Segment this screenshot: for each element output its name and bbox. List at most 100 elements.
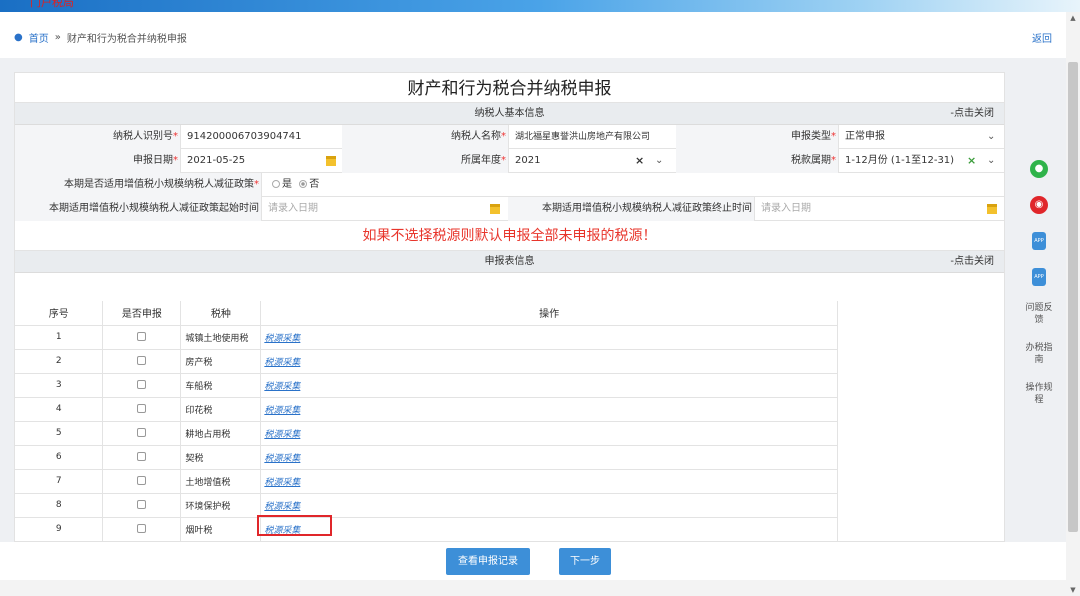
wechat-item[interactable]: ● <box>1022 152 1056 188</box>
declaration-date-field[interactable]: 2021-05-25 <box>180 149 342 173</box>
wechat-icon[interactable]: ● <box>1030 160 1048 178</box>
year-select[interactable]: 2021 × ⌄ <box>508 149 676 173</box>
declaration-date-label: 申报日期* <box>15 149 180 173</box>
app-download-icon[interactable]: APP <box>1032 268 1046 286</box>
radio-yes[interactable] <box>272 180 280 188</box>
horizontal-scrollbar[interactable] <box>0 580 1066 596</box>
table-row: 5 耕地占用税 税源采集 <box>15 421 838 446</box>
taxpayer-id-field[interactable]: 914200006703904741 <box>180 125 342 149</box>
declare-checkbox[interactable] <box>137 404 147 413</box>
breadcrumb: ● 首页 » 财产和行为税合并纳税申报 <box>14 30 187 45</box>
vertical-scrollbar[interactable]: ▲ ▼ <box>1066 12 1080 596</box>
tax-source-link[interactable]: 税源采集 <box>261 334 300 344</box>
weibo-item[interactable]: ◉ <box>1022 188 1056 224</box>
top-banner: 门户税局 <box>0 0 1080 12</box>
row-number: 9 <box>15 517 104 541</box>
table-row: 2 房产税 税源采集 <box>15 349 838 374</box>
tax-source-link[interactable]: 税源采集 <box>261 502 300 512</box>
weibo-icon[interactable]: ◉ <box>1030 196 1048 214</box>
app-item-2[interactable]: APP <box>1022 260 1056 296</box>
taxpayer-name-label: 纳税人名称* <box>342 125 508 149</box>
side-dock: ● ◉ APP APP 问题反馈 办税指南 操作规程 <box>1022 152 1056 416</box>
calendar-icon[interactable] <box>326 156 336 166</box>
back-link[interactable]: 返回 <box>1032 30 1052 45</box>
radio-no-label: 否 <box>309 179 320 190</box>
col-header-no: 序号 <box>15 301 104 326</box>
tax-period-label: 税款属期* <box>676 149 838 173</box>
declare-checkbox[interactable] <box>137 380 147 389</box>
declare-checkbox[interactable] <box>137 476 147 485</box>
scroll-down-arrow[interactable]: ▼ <box>1066 584 1080 596</box>
row-number: 7 <box>15 469 104 494</box>
year-label: 所属年度* <box>342 149 508 173</box>
col-header-tax: 税种 <box>180 301 262 326</box>
tax-type: 烟叶税 <box>180 517 262 541</box>
policy-end-field[interactable]: 请录入日期 <box>754 197 1004 221</box>
declare-checkbox[interactable] <box>137 356 147 365</box>
basic-info-section-header: 纳税人基本信息 -点击关闭 <box>15 103 1004 125</box>
procedure-link[interactable]: 操作规程 <box>1022 376 1056 416</box>
action-cell: 税源采集 <box>260 397 838 422</box>
declaration-section-toggle[interactable]: -点击关闭 <box>950 251 994 273</box>
tax-source-link[interactable]: 税源采集 <box>261 358 300 368</box>
row-number: 4 <box>15 397 104 422</box>
view-history-button[interactable]: 查看申报记录 <box>446 548 530 575</box>
chevron-down-icon: ⌄ <box>987 155 996 166</box>
taxpayer-name-field[interactable]: 湖北福星惠誉洪山房地产有限公司 <box>508 125 676 149</box>
declare-checkbox[interactable] <box>137 500 147 509</box>
clear-icon[interactable]: × <box>967 149 976 173</box>
scroll-up-arrow[interactable]: ▲ <box>1066 12 1080 24</box>
tax-source-link[interactable]: 税源采集 <box>261 406 300 416</box>
table-row: 4 印花税 税源采集 <box>15 397 838 422</box>
declaration-section-title: 申报表信息 <box>484 256 535 267</box>
app-download-icon[interactable]: APP <box>1032 232 1046 250</box>
declare-checkbox[interactable] <box>137 428 147 437</box>
clear-icon[interactable]: × <box>635 149 644 173</box>
breadcrumb-separator: » <box>54 32 61 43</box>
declare-checkbox[interactable] <box>137 524 147 533</box>
action-cell: 税源采集 <box>260 469 838 494</box>
radio-no[interactable] <box>299 180 308 188</box>
action-cell: 税源采集 <box>260 421 838 446</box>
col-header-declare: 是否申报 <box>102 301 182 326</box>
declare-cell <box>102 373 182 398</box>
policy-start-field[interactable]: 请录入日期 <box>261 197 508 221</box>
tax-type: 耕地占用税 <box>180 421 262 446</box>
declare-cell <box>102 421 182 446</box>
tax-type: 城镇土地使用税 <box>180 325 262 350</box>
tax-source-link[interactable]: 税源采集 <box>261 478 300 488</box>
feedback-link[interactable]: 问题反馈 <box>1022 296 1056 336</box>
next-step-button[interactable]: 下一步 <box>559 548 611 575</box>
footer-bar: 查看申报记录 下一步 <box>0 542 1066 580</box>
declare-cell <box>102 469 182 494</box>
calendar-icon[interactable] <box>490 204 500 214</box>
tax-type: 土地增值税 <box>180 469 262 494</box>
scroll-thumb[interactable] <box>1068 62 1078 532</box>
declaration-section-header: 申报表信息 -点击关闭 <box>15 251 1004 273</box>
row-taxpayer: 纳税人识别号* 914200006703904741 纳税人名称* 湖北福星惠誉… <box>15 125 1004 149</box>
main-content: 财产和行为税合并纳税申报 纳税人基本信息 -点击关闭 纳税人识别号* 91420… <box>0 58 1066 542</box>
tax-source-link[interactable]: 税源采集 <box>261 382 300 392</box>
row-small-scale-policy: 本期是否适用增值税小规模纳税人减征政策* 是 否 <box>15 173 1004 197</box>
guide-link[interactable]: 办税指南 <box>1022 336 1056 376</box>
declaration-type-select[interactable]: 正常申报 ⌄ <box>838 125 1004 149</box>
declaration-type-label: 申报类型* <box>676 125 838 149</box>
tax-period-select[interactable]: 1-12月份 (1-1至12-31) × ⌄ <box>838 149 1004 173</box>
action-cell: 税源采集 <box>260 493 838 518</box>
basic-info-toggle[interactable]: -点击关闭 <box>950 103 994 125</box>
location-pin-icon: ● <box>14 32 23 43</box>
declare-checkbox[interactable] <box>137 452 147 461</box>
highlight-box <box>257 515 332 536</box>
declare-checkbox[interactable] <box>137 332 147 341</box>
small-scale-policy-label: 本期是否适用增值税小规模纳税人减征政策* <box>15 173 261 197</box>
table-row: 8 环境保护税 税源采集 <box>15 493 838 518</box>
tax-source-link[interactable]: 税源采集 <box>261 454 300 464</box>
app-item-1[interactable]: APP <box>1022 224 1056 260</box>
small-scale-policy-radios: 是 否 <box>261 173 508 197</box>
tax-type: 契税 <box>180 445 262 470</box>
calendar-icon[interactable] <box>987 204 997 214</box>
breadcrumb-home[interactable]: 首页 <box>29 30 49 45</box>
tax-source-link[interactable]: 税源采集 <box>261 430 300 440</box>
declare-cell <box>102 397 182 422</box>
declare-cell <box>102 493 182 518</box>
